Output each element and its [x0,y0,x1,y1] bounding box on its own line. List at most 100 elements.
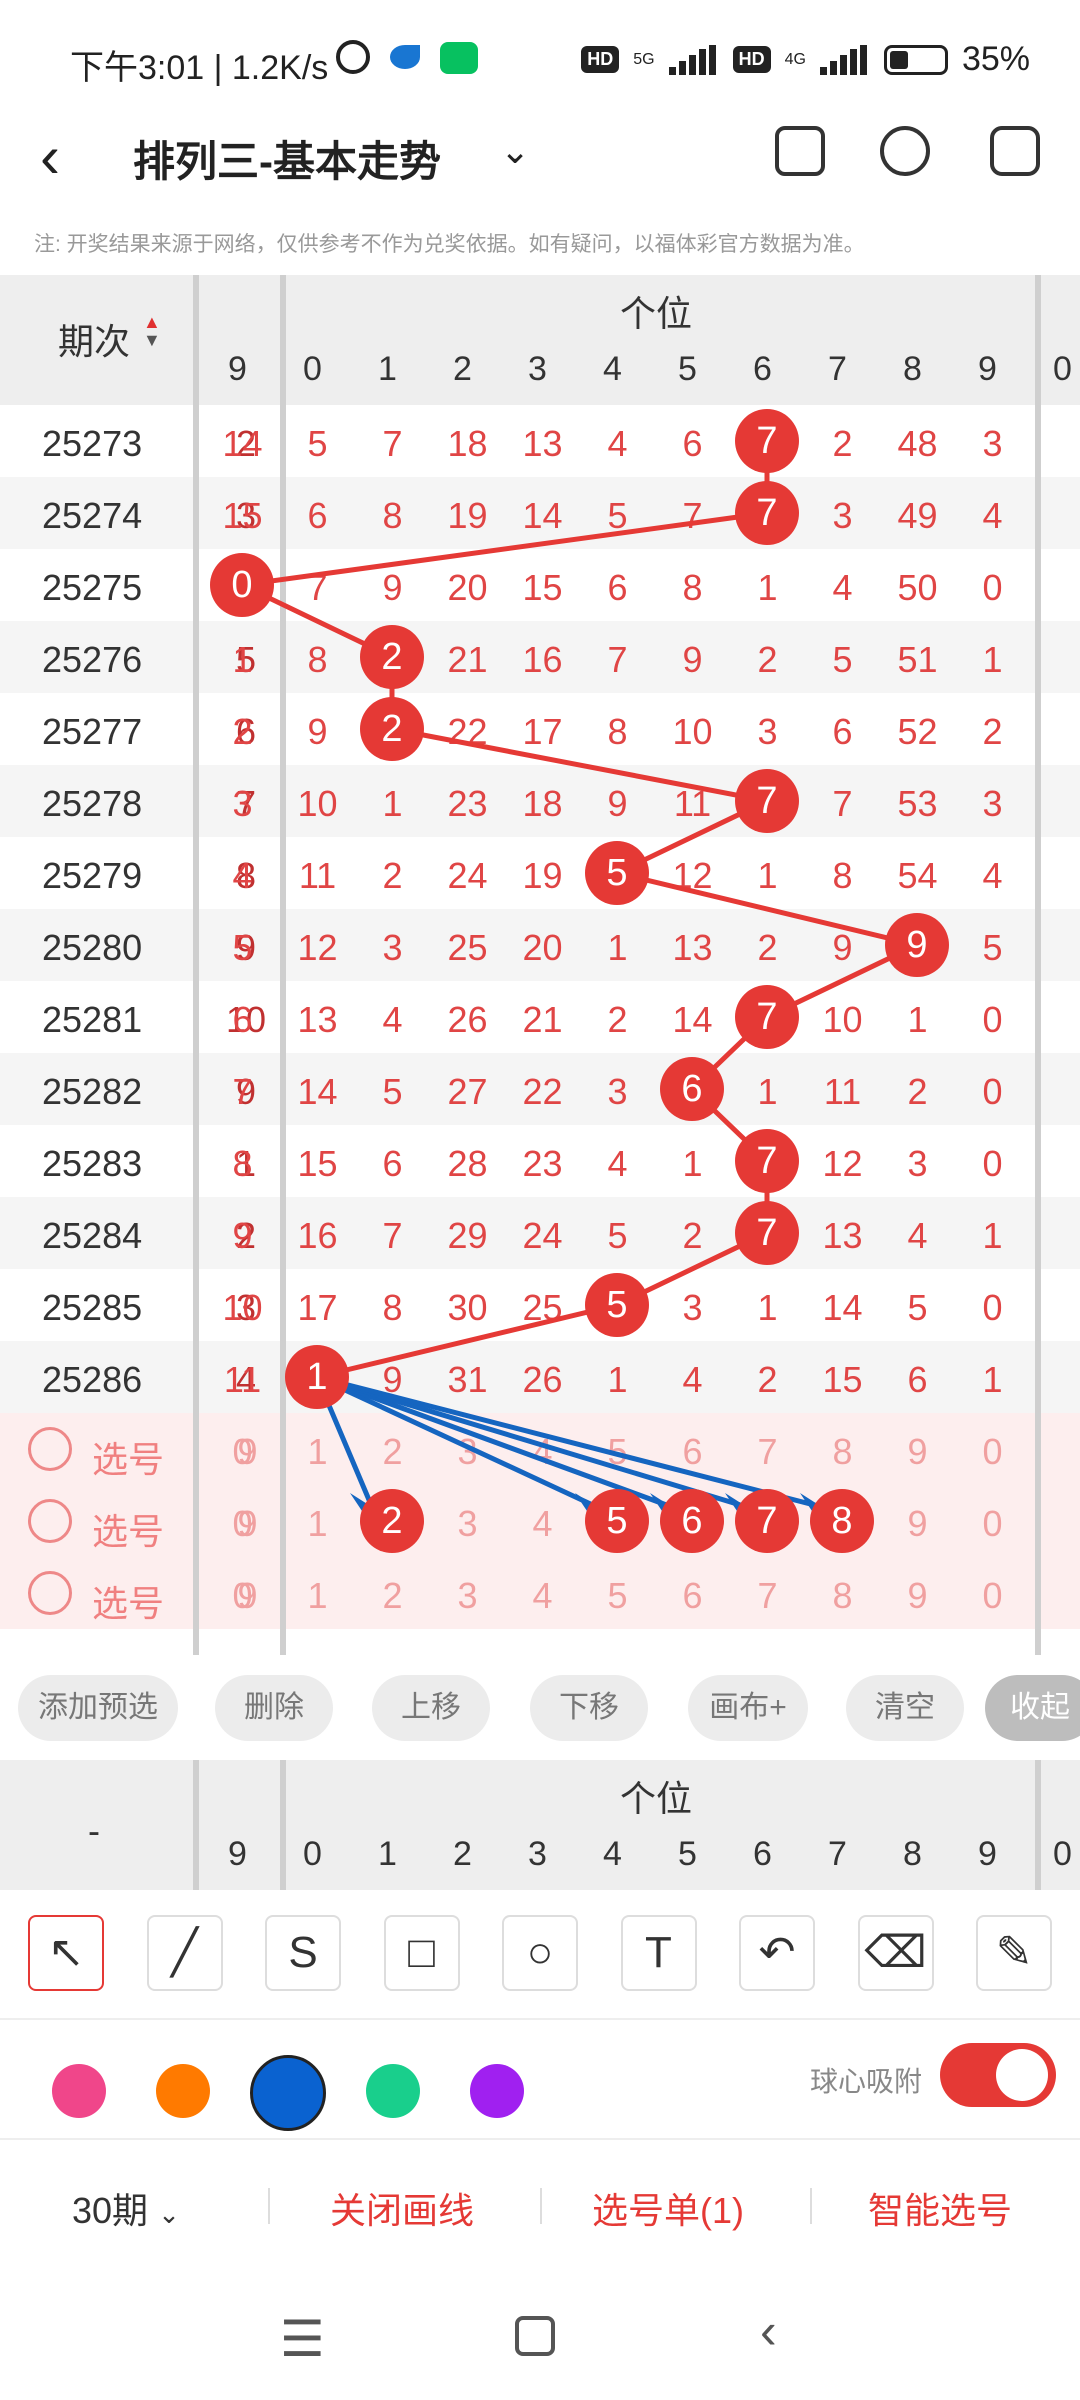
selected-ball[interactable]: 8 [810,1489,874,1553]
hit-ball[interactable]: 6 [660,1057,724,1121]
hit-ball[interactable]: 7 [735,769,799,833]
color-swatch[interactable] [470,2064,524,2118]
rectangle-icon[interactable]: □ [383,1915,460,1991]
snap-toggle[interactable] [940,2043,1056,2107]
pick-digit[interactable]: 6 [655,1575,730,1617]
action-button[interactable]: 下移 [530,1675,648,1741]
pick-digit[interactable]: 0 [955,1431,1030,1473]
color-swatch[interactable] [156,2064,210,2118]
pick-digit[interactable]: 3 [430,1503,505,1545]
sort-icon[interactable]: ▲ ▼ [143,313,161,349]
pick-digit[interactable]: 9 [880,1431,955,1473]
pick-digit[interactable]: 7 [730,1431,805,1473]
pick-digit[interactable]: 2 [355,1431,430,1473]
pick-radio[interactable] [28,1427,72,1471]
hit-ball[interactable]: 5 [585,841,649,905]
hit-ball[interactable]: 2 [360,697,424,761]
pick-digit[interactable]: 8 [805,1575,880,1617]
hit-ball[interactable]: 7 [735,409,799,473]
undo-icon[interactable]: ↶ [739,1915,815,1991]
selected-ball[interactable]: 2 [360,1489,424,1553]
pick-digit[interactable]: 0 [205,1575,280,1617]
pick-digit[interactable]: 3 [430,1575,505,1617]
cell-value: 1 [757,1287,778,1328]
pick-digit[interactable]: 0 [205,1431,280,1473]
pick-digit[interactable]: 1 [280,1431,355,1473]
column-divider [1035,275,1041,1655]
cell-value: 12 [822,1143,863,1184]
pick-digit[interactable]: 1 [280,1503,355,1545]
settings-icon[interactable] [990,126,1040,176]
action-button[interactable]: 画布+ [688,1675,808,1741]
back-nav-icon[interactable]: ‹ [760,2302,777,2360]
hit-ball[interactable]: 2 [360,625,424,689]
cell-value: 4 [607,423,628,464]
pick-digit[interactable]: 8 [805,1431,880,1473]
digit-header-cell: 5 [678,1835,697,1873]
pick-digit[interactable]: 0 [955,1575,1030,1617]
pick-digit[interactable]: 9 [880,1575,955,1617]
action-button[interactable]: 收起 [985,1675,1080,1741]
close-draw-button[interactable]: 关闭画线 [330,2182,474,2234]
pick-digit[interactable]: 7 [730,1575,805,1617]
device-switch-icon[interactable] [775,126,825,176]
text-icon[interactable]: T [620,1915,697,1991]
line-icon[interactable]: ╱ [146,1915,223,1991]
hit-ball[interactable]: 5 [585,1273,649,1337]
pick-digit[interactable]: 4 [505,1503,580,1545]
pick-digit[interactable]: 3 [430,1431,505,1473]
action-button[interactable]: 删除 [215,1675,333,1741]
network-5g: 5G [633,50,655,68]
cell-value: 4 [832,567,853,608]
smart-pick-button[interactable]: 智能选号 [868,2182,1012,2234]
pick-radio[interactable] [28,1571,72,1615]
back-icon[interactable]: ‹ [40,122,60,191]
action-button[interactable]: 上移 [372,1675,490,1741]
pick-row: 选号 9 0 1 3 4 9 0 [0,1485,1080,1557]
hit-ball[interactable]: 7 [735,985,799,1049]
pick-digit[interactable]: 4 [505,1431,580,1473]
hit-ball[interactable]: 7 [735,481,799,545]
share-icon[interactable] [880,126,930,176]
pick-digit[interactable]: 5 [580,1431,655,1473]
color-swatch[interactable] [250,2055,326,2131]
brush-icon[interactable]: ✎ [976,1915,1052,1991]
home-icon[interactable] [515,2316,555,2356]
eraser-icon[interactable]: ⌫ [857,1915,934,1991]
action-button[interactable]: 添加预选 [18,1675,178,1741]
pick-list-button[interactable]: 选号单(1) [592,2182,744,2234]
hit-ball[interactable]: 0 [210,553,274,617]
column-divider [280,275,286,1655]
selected-ball[interactable]: 5 [585,1489,649,1553]
action-button[interactable]: 清空 [846,1675,964,1741]
cell-value: 11 [223,1359,262,1400]
pick-digit[interactable]: 9 [880,1503,955,1545]
color-swatch[interactable] [366,2064,420,2118]
hit-ball[interactable]: 7 [735,1201,799,1265]
pointer-arrow-icon[interactable]: ↖ [28,1915,104,1991]
pick-digit[interactable]: 0 [205,1503,280,1545]
hit-ball[interactable]: 7 [735,1129,799,1193]
pick-digit[interactable]: 6 [655,1431,730,1473]
curve-icon[interactable]: S [265,1915,341,1991]
color-swatch[interactable] [52,2064,106,2118]
pick-row: 选号 9 0 1 2 3 4 5 6 7 8 9 0 [0,1557,1080,1629]
circle-icon[interactable]: ○ [502,1915,578,1991]
pick-digit[interactable]: 0 [955,1503,1030,1545]
hit-ball[interactable]: 9 [885,913,949,977]
cell-value: 20 [522,927,563,968]
pick-digit[interactable]: 1 [280,1575,355,1617]
selected-ball[interactable]: 7 [735,1489,799,1553]
page-title[interactable]: 排列三-基本走势 [133,128,441,189]
pick-digit[interactable]: 4 [505,1575,580,1617]
pick-radio[interactable] [28,1499,72,1543]
issue-number: 25273 [42,423,143,464]
chevron-down-icon[interactable]: ⌄ [500,130,530,172]
cell-value: 8 [832,855,853,896]
pick-digit[interactable]: 2 [355,1575,430,1617]
menu-icon[interactable]: ☰ [280,2310,325,2368]
selected-ball[interactable]: 6 [660,1489,724,1553]
pick-digit[interactable]: 5 [580,1575,655,1617]
period-select[interactable]: 30期 ⌄ [72,2182,180,2234]
hit-ball[interactable]: 1 [285,1345,349,1409]
